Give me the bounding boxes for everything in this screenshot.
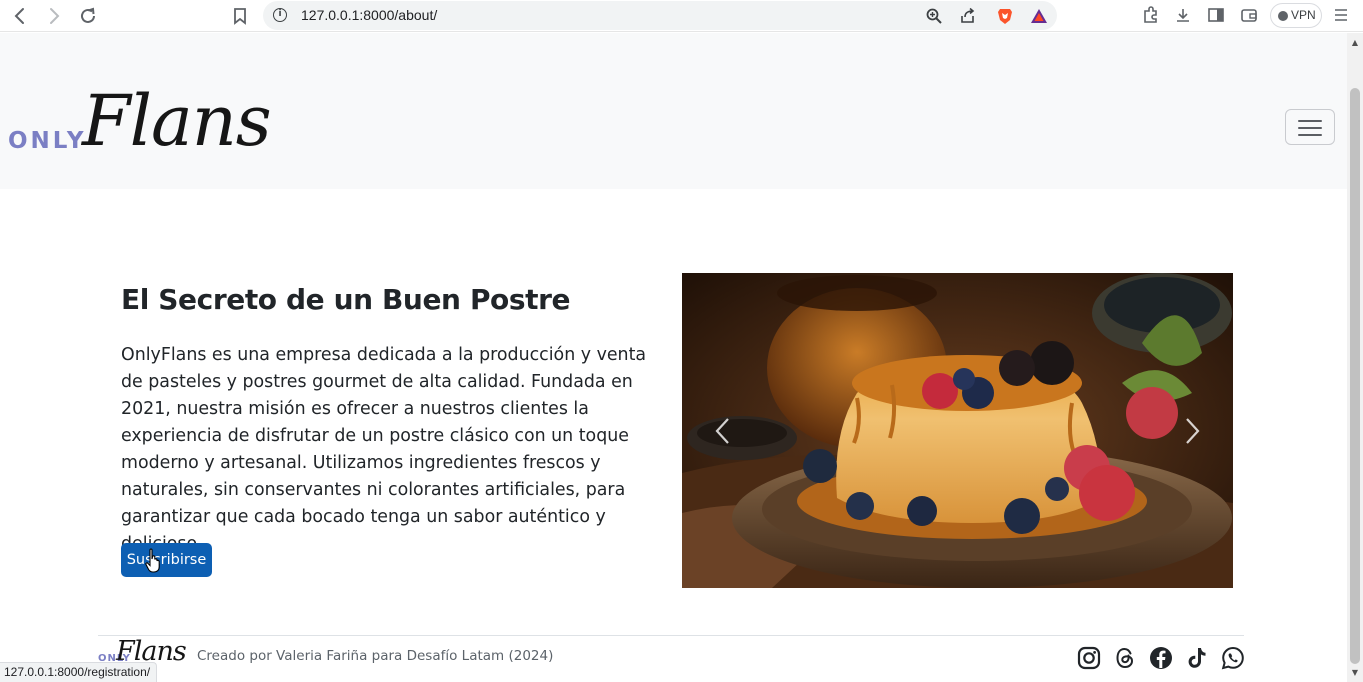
vpn-button[interactable]: VPN: [1270, 3, 1322, 28]
zoom-icon[interactable]: [925, 7, 943, 25]
carousel-prev-icon[interactable]: [682, 273, 762, 588]
threads-icon[interactable]: [1113, 646, 1137, 670]
browser-toolbar: i 127.0.0.1:8000/about/ VPN: [0, 0, 1363, 32]
vpn-status-icon: [1278, 11, 1288, 21]
tiktok-icon[interactable]: [1185, 646, 1209, 670]
facebook-icon[interactable]: [1149, 646, 1173, 670]
carousel-next-icon[interactable]: [1153, 273, 1233, 588]
scrollbar-thumb[interactable]: [1350, 88, 1360, 664]
scroll-down-icon[interactable]: ▼: [1350, 668, 1360, 678]
image-carousel: [682, 273, 1233, 588]
page-title: El Secreto de un Buen Postre: [121, 283, 571, 316]
subscribe-button[interactable]: Suscribirse: [121, 543, 212, 577]
hamburger-icon-bar: [1298, 134, 1322, 136]
forward-icon[interactable]: [43, 5, 65, 27]
address-bar[interactable]: i 127.0.0.1:8000/about/: [263, 1, 1057, 30]
reload-icon[interactable]: [77, 5, 99, 27]
hamburger-icon: [1298, 120, 1322, 122]
site-info-icon[interactable]: i: [273, 8, 287, 22]
back-icon[interactable]: [9, 5, 31, 27]
scroll-up-icon[interactable]: ▲: [1350, 38, 1360, 48]
footer-credit: Creado por Valeria Fariña para Desafío L…: [197, 648, 554, 664]
navbar-toggle-button[interactable]: [1285, 109, 1335, 145]
url-text[interactable]: 127.0.0.1:8000/about/: [301, 7, 437, 23]
footer-divider: [98, 635, 1244, 636]
share-icon[interactable]: [959, 7, 977, 25]
instagram-icon[interactable]: [1077, 646, 1101, 670]
hand-cursor-icon: [145, 548, 163, 578]
extensions-icon[interactable]: [1141, 5, 1161, 25]
vpn-label: VPN: [1291, 8, 1316, 22]
wallet-icon[interactable]: [1239, 5, 1259, 25]
site-navbar: ONLY Flans: [0, 33, 1347, 189]
link-status-bar: 127.0.0.1:8000/registration/: [0, 662, 158, 682]
hamburger-icon-bar: [1298, 127, 1322, 129]
brand-logo[interactable]: ONLY Flans: [8, 80, 272, 168]
brave-shield-icon[interactable]: [996, 7, 1014, 25]
logo-only-text: ONLY: [8, 128, 87, 154]
sidebar-icon[interactable]: [1206, 5, 1226, 25]
menu-icon[interactable]: [1331, 5, 1351, 25]
brave-rewards-icon[interactable]: [1030, 7, 1048, 25]
bookmark-icon[interactable]: [229, 5, 251, 27]
flan-photo: [682, 273, 1233, 588]
logo-flans-text: Flans: [82, 80, 272, 162]
about-description: OnlyFlans es una empresa dedicada a la p…: [121, 345, 647, 554]
download-icon[interactable]: [1173, 5, 1193, 25]
whatsapp-icon[interactable]: [1221, 646, 1245, 670]
